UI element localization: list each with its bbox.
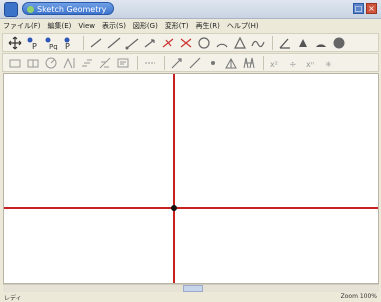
svg-text:P: P bbox=[32, 42, 37, 50]
construction-toolbar: x² ÷ xⁿ ✳ bbox=[2, 53, 379, 72]
rotate-icon[interactable] bbox=[43, 55, 59, 71]
y-axis bbox=[173, 74, 175, 283]
origin-point[interactable] bbox=[171, 205, 177, 211]
svg-text:Pq: Pq bbox=[49, 43, 58, 50]
function-icon[interactable]: x² bbox=[268, 55, 284, 71]
point-label-icon[interactable]: P bbox=[61, 35, 77, 51]
toolbar-separator bbox=[263, 55, 264, 70]
menu-file[interactable]: ファイル(F) bbox=[3, 21, 41, 31]
title-status-icon bbox=[27, 6, 34, 13]
reflect-icon[interactable] bbox=[61, 55, 77, 71]
window-title-text: Sketch Geometry bbox=[37, 5, 107, 14]
app-window: Sketch Geometry □ × ファイル(F) 編集(E) View 表… bbox=[0, 0, 381, 302]
title-bar: Sketch Geometry □ × bbox=[0, 0, 381, 19]
point-icon[interactable]: P bbox=[25, 35, 41, 51]
midpoint-icon[interactable] bbox=[178, 35, 194, 51]
zoom-indicator: Zoom 100% bbox=[340, 293, 377, 300]
polygon-icon[interactable] bbox=[232, 35, 248, 51]
maximize-button[interactable]: □ bbox=[353, 3, 364, 14]
menu-bar: ファイル(F) 編集(E) View 表示(S) 図形(G) 変形(T) 再生(… bbox=[0, 19, 381, 32]
menu-display[interactable]: 表示(S) bbox=[102, 21, 126, 31]
scrollbar-thumb[interactable] bbox=[183, 285, 203, 292]
close-button[interactable]: × bbox=[366, 3, 377, 14]
main-toolbar: P Pq P bbox=[2, 33, 379, 52]
window-title: Sketch Geometry bbox=[22, 2, 114, 15]
regular-polygon-icon[interactable] bbox=[7, 55, 23, 71]
arc-icon[interactable] bbox=[214, 35, 230, 51]
app-icon[interactable] bbox=[4, 2, 18, 17]
measure-icon[interactable] bbox=[115, 55, 131, 71]
menu-shape[interactable]: 図形(G) bbox=[133, 21, 158, 31]
star-icon[interactable]: ✳ bbox=[322, 55, 338, 71]
color-fill-icon[interactable] bbox=[295, 35, 311, 51]
svg-text:xⁿ: xⁿ bbox=[306, 60, 314, 69]
toolbar-separator bbox=[272, 35, 273, 50]
ray-icon[interactable] bbox=[124, 35, 140, 51]
triangle-icon[interactable] bbox=[223, 55, 239, 71]
toolbar-separator bbox=[83, 35, 84, 50]
svg-text:x²: x² bbox=[270, 60, 278, 69]
angle-icon[interactable] bbox=[277, 35, 293, 51]
menu-play[interactable]: 再生(R) bbox=[196, 21, 220, 31]
circle-icon[interactable] bbox=[196, 35, 212, 51]
tower-icon[interactable] bbox=[241, 55, 257, 71]
text-icon[interactable] bbox=[142, 55, 158, 71]
trace-icon[interactable] bbox=[169, 55, 185, 71]
perpendicular-icon[interactable] bbox=[160, 35, 176, 51]
color-icon[interactable] bbox=[313, 35, 329, 51]
menu-help[interactable]: ヘルプ(H) bbox=[227, 21, 259, 31]
menu-view[interactable]: View bbox=[78, 22, 95, 30]
symmetric-icon[interactable] bbox=[25, 55, 41, 71]
x-axis bbox=[4, 207, 378, 209]
vector-icon[interactable] bbox=[142, 35, 158, 51]
toolbar-separator bbox=[164, 55, 165, 70]
menu-transform[interactable]: 変形(T) bbox=[165, 21, 189, 31]
calc-icon[interactable]: ÷ bbox=[286, 55, 302, 71]
point-tool-icon[interactable] bbox=[205, 55, 221, 71]
line-icon[interactable] bbox=[106, 35, 122, 51]
toolbar-separator bbox=[137, 55, 138, 70]
dilate-icon[interactable] bbox=[97, 55, 113, 71]
move-icon[interactable] bbox=[7, 35, 23, 51]
slope-icon[interactable] bbox=[187, 55, 203, 71]
svg-text:÷: ÷ bbox=[289, 60, 297, 70]
power-icon[interactable]: xⁿ bbox=[304, 55, 320, 71]
menu-edit[interactable]: 編集(E) bbox=[48, 21, 72, 31]
window-controls: □ × bbox=[353, 3, 377, 14]
grey-circle-icon[interactable] bbox=[331, 35, 347, 51]
status-bar: レディ Zoom 100% bbox=[0, 292, 381, 302]
translate-icon[interactable] bbox=[79, 55, 95, 71]
horizontal-scrollbar[interactable] bbox=[3, 284, 379, 292]
point-on-object-icon[interactable]: Pq bbox=[43, 35, 59, 51]
segment-icon[interactable] bbox=[88, 35, 104, 51]
drawing-canvas[interactable] bbox=[3, 73, 379, 284]
status-text: レディ bbox=[4, 295, 22, 302]
locus-icon[interactable] bbox=[250, 35, 266, 51]
svg-text:P: P bbox=[65, 42, 70, 50]
svg-text:✳: ✳ bbox=[325, 60, 332, 69]
